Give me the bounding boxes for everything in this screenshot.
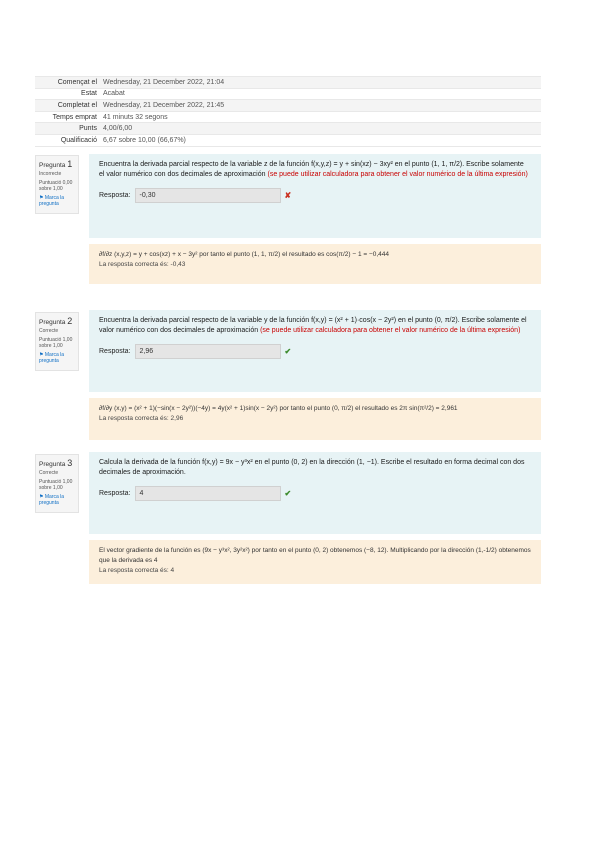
correct-answer: La resposta correcta és: -0,43 xyxy=(99,261,186,268)
attempt-summary-table: Començat el Wednesday, 21 December 2022, … xyxy=(35,76,541,147)
question-3-feedback: El vector gradiente de la función es (9x… xyxy=(89,540,541,584)
summary-row: Temps emprat 41 minuts 32 segons xyxy=(35,112,541,124)
summary-row: Punts 4,00/6,00 xyxy=(35,123,541,135)
question-text: Encuentra la derivada parcial respecto d… xyxy=(99,161,528,178)
question-1-info: Pregunta 1 Incorrecte Puntuació 0,00 sob… xyxy=(35,155,79,214)
question-3-info: Pregunta 3 Correcte Puntuació 1,00 sobre… xyxy=(35,454,79,513)
question-2-feedback: ∂f/∂y (x,y) = (x² + 1)(−sin(x − 2y²))(−4… xyxy=(89,398,541,440)
summary-row: Començat el Wednesday, 21 December 2022, … xyxy=(35,76,541,89)
question-number: 2 xyxy=(67,316,73,326)
question-1-feedback: ∂f/∂z (x,y,z) = y + cos(xz) + x − 3y² po… xyxy=(89,244,541,284)
question-state: Incorrecte xyxy=(39,171,62,177)
correct-answer: La resposta correcta és: 4 xyxy=(99,567,175,574)
answer-row: Resposta: -0,30 ✘ xyxy=(99,188,531,203)
question-number: 3 xyxy=(67,458,73,468)
question-state: Correcte xyxy=(39,470,59,476)
correct-icon: ✔ xyxy=(284,488,292,498)
question-text: Calcula la derivada de la función f(x,y)… xyxy=(99,459,525,476)
question-state: Correcte xyxy=(39,328,59,334)
summary-row: Completat el Wednesday, 21 December 2022,… xyxy=(35,100,541,112)
answer-label: Resposta: xyxy=(99,489,131,497)
answer-input[interactable]: 2,96 xyxy=(134,344,281,359)
question-grade: Puntuació 1,00 sobre 1,00 xyxy=(39,337,73,349)
question-grade: Puntuació 0,00 sobre 1,00 xyxy=(39,180,73,192)
question-number: 1 xyxy=(67,159,73,169)
answer-input[interactable]: -0,30 xyxy=(134,188,281,203)
answer-label: Resposta: xyxy=(99,347,131,355)
question-1-content: Encuentra la derivada parcial respecto d… xyxy=(89,154,541,238)
incorrect-icon: ✘ xyxy=(284,190,292,200)
answer-label: Resposta: xyxy=(99,191,131,199)
question-text: Encuentra la derivada parcial respecto d… xyxy=(99,317,527,334)
question-2-info: Pregunta 2 Correcte Puntuació 1,00 sobre… xyxy=(35,312,79,371)
feedback-text: El vector gradiente de la función es (9x… xyxy=(99,547,531,564)
question-label: Pregunta xyxy=(39,319,66,326)
correct-icon: ✔ xyxy=(284,346,292,356)
correct-answer: La resposta correcta és: 2,96 xyxy=(99,415,184,422)
feedback-text: ∂f/∂z (x,y,z) = y + cos(xz) + x − 3y² po… xyxy=(99,251,390,258)
question-2-content: Encuentra la derivada parcial respecto d… xyxy=(89,310,541,392)
question-label: Pregunta xyxy=(39,461,66,468)
flag-question-link[interactable]: ⚑ Marca la pregunta xyxy=(39,494,75,506)
flag-question-link[interactable]: ⚑ Marca la pregunta xyxy=(39,352,75,364)
answer-input[interactable]: 4 xyxy=(134,486,281,501)
summary-row: Estat Acabat xyxy=(35,89,541,101)
summary-row: Qualificació 6,67 sobre 10,00 (66,67%) xyxy=(35,135,541,147)
question-grade: Puntuació 1,00 sobre 1,00 xyxy=(39,479,73,491)
question-label: Pregunta xyxy=(39,162,66,169)
answer-row: Resposta: 4 ✔ xyxy=(99,486,531,501)
flag-question-link[interactable]: ⚑ Marca la pregunta xyxy=(39,195,75,207)
answer-row: Resposta: 2,96 ✔ xyxy=(99,344,531,359)
question-3-content: Calcula la derivada de la función f(x,y)… xyxy=(89,452,541,534)
feedback-text: ∂f/∂y (x,y) = (x² + 1)(−sin(x − 2y²))(−4… xyxy=(99,405,458,412)
